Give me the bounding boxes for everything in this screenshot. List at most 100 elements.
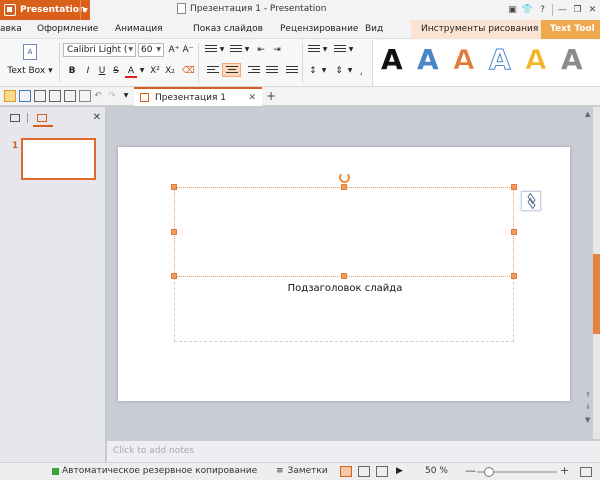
tab-design[interactable]: Оформление: [37, 20, 98, 39]
columns-icon[interactable]: [308, 45, 320, 57]
new-tab-icon[interactable]: +: [266, 89, 276, 103]
tab-insert[interactable]: авка: [0, 20, 22, 39]
chevron-down-icon[interactable]: ▼: [346, 64, 354, 78]
tab-slideshow[interactable]: Показ слайдов: [193, 20, 263, 39]
underline-button[interactable]: U: [96, 64, 108, 78]
font-name-select[interactable]: Calibri Light ( ▼: [63, 43, 136, 57]
backup-status-text[interactable]: Автоматическое резервное копирование: [62, 466, 257, 476]
skin-icon[interactable]: ▣: [505, 5, 520, 15]
resize-handle[interactable]: [171, 229, 177, 235]
undo-icon[interactable]: ↶: [92, 89, 104, 103]
shirt-icon[interactable]: 👕: [520, 5, 535, 15]
font-color-button[interactable]: A: [125, 64, 137, 78]
align-center-button[interactable]: [222, 63, 241, 77]
close-icon[interactable]: ✕: [248, 93, 256, 103]
minimize-icon[interactable]: —: [555, 5, 570, 15]
resize-handle[interactable]: [341, 184, 347, 190]
subtitle-placeholder[interactable]: Подзаголовок слайда: [174, 277, 514, 342]
resize-handle[interactable]: [511, 229, 517, 235]
scroll-up-icon[interactable]: ▲: [585, 110, 590, 118]
chevron-down-icon[interactable]: ▼: [347, 43, 355, 57]
outline-view-icon[interactable]: [10, 114, 20, 122]
tab-view[interactable]: Вид: [365, 20, 383, 39]
chevron-down-icon[interactable]: ▼: [218, 43, 226, 57]
text-direction-icon[interactable]: [334, 45, 346, 57]
scrollbar-thumb[interactable]: [593, 254, 600, 334]
close-icon[interactable]: ✕: [585, 5, 600, 15]
close-icon[interactable]: ✕: [93, 112, 101, 123]
rotate-handle-icon[interactable]: [339, 172, 350, 183]
slides-view-icon[interactable]: [37, 114, 47, 122]
italic-button[interactable]: I: [82, 64, 94, 78]
subtitle-text[interactable]: Подзаголовок слайда: [175, 283, 515, 294]
chevron-down-icon[interactable]: ▼: [80, 0, 90, 20]
maximize-icon[interactable]: ❐: [570, 5, 585, 15]
zoom-in-icon[interactable]: +: [560, 464, 569, 477]
subscript-button[interactable]: X₂: [163, 64, 177, 78]
save-icon[interactable]: [19, 90, 31, 102]
chevron-down-icon[interactable]: ▼: [321, 43, 329, 57]
print-preview-icon[interactable]: [64, 90, 76, 102]
export-icon[interactable]: [34, 90, 46, 102]
format-painter-icon[interactable]: [79, 90, 91, 102]
clear-format-icon[interactable]: ⌫: [182, 64, 195, 78]
chevron-down-icon[interactable]: ▼: [122, 89, 130, 103]
help-icon[interactable]: ?: [535, 5, 550, 15]
zoom-out-icon[interactable]: —: [465, 464, 476, 477]
notes-pane[interactable]: Click to add notes: [107, 440, 600, 462]
align-right-icon[interactable]: [248, 66, 260, 78]
resize-handle[interactable]: [171, 184, 177, 190]
document-tab[interactable]: Презентация 1 ✕: [134, 87, 262, 106]
tab-drawing-tools[interactable]: Инструменты рисования: [411, 20, 541, 39]
next-slide-icon[interactable]: ⇓: [585, 403, 591, 411]
increase-indent-icon[interactable]: ⇥: [270, 43, 284, 57]
bullets-icon[interactable]: [205, 45, 217, 57]
superscript-button[interactable]: X²: [148, 64, 162, 78]
fit-window-icon[interactable]: [580, 467, 592, 477]
chevron-down-icon[interactable]: ▼: [138, 64, 146, 78]
resize-handle[interactable]: [511, 273, 517, 279]
decrease-indent-icon[interactable]: ⇤: [254, 43, 268, 57]
tab-review[interactable]: Рецензирование: [280, 20, 358, 39]
open-folder-icon[interactable]: [4, 90, 16, 102]
scroll-down-icon[interactable]: ▼: [585, 416, 590, 424]
resize-handle[interactable]: [511, 184, 517, 190]
app-menu-button[interactable]: Presentation ▼: [0, 0, 90, 20]
notes-toggle[interactable]: ≡ Заметки: [276, 466, 328, 476]
distribute-icon[interactable]: [286, 66, 298, 78]
print-icon[interactable]: [49, 90, 61, 102]
resize-handle[interactable]: [171, 273, 177, 279]
strikethrough-button[interactable]: S: [110, 64, 122, 78]
slide-canvas[interactable]: Подзаголовок слайда: [118, 147, 570, 401]
align-left-icon[interactable]: [207, 66, 219, 78]
tab-animation[interactable]: Анимация: [115, 20, 163, 39]
zoom-level[interactable]: 50 %: [425, 466, 448, 476]
word-art-style-outline-blue[interactable]: A: [489, 43, 512, 77]
shrink-font-button[interactable]: A⁻: [182, 43, 194, 57]
justify-icon[interactable]: [266, 66, 278, 78]
title-placeholder[interactable]: [174, 187, 514, 277]
word-art-style-black[interactable]: A: [381, 43, 403, 76]
tab-text-tool[interactable]: Text Tool: [541, 20, 600, 39]
numbering-icon[interactable]: [230, 45, 242, 57]
notes-placeholder[interactable]: Click to add notes: [113, 446, 194, 456]
bold-button[interactable]: B: [66, 64, 78, 78]
slide-thumbnail[interactable]: [21, 138, 96, 180]
text-align-vertical-icon[interactable]: ⇕: [332, 64, 346, 78]
text-box-button[interactable]: A Text Box ▾: [5, 43, 55, 83]
slide-sorter-icon[interactable]: [358, 466, 370, 477]
reading-view-icon[interactable]: [376, 466, 388, 477]
word-art-style-orange[interactable]: A: [453, 43, 476, 77]
zoom-slider-knob[interactable]: [484, 467, 494, 477]
word-art-style-gold[interactable]: A: [525, 43, 548, 77]
redo-icon[interactable]: ↷: [106, 89, 118, 103]
word-art-style-blue[interactable]: A: [417, 43, 439, 76]
previous-slide-icon[interactable]: ⇑: [585, 391, 591, 399]
chevron-down-icon[interactable]: ▼: [320, 64, 328, 78]
chevron-down-icon[interactable]: ▼: [243, 43, 251, 57]
grow-font-button[interactable]: A⁺: [168, 43, 180, 57]
word-art-style-gray[interactable]: A: [561, 43, 583, 76]
slideshow-icon[interactable]: ▶: [396, 466, 408, 477]
layers-button[interactable]: [521, 191, 541, 211]
dialog-launcher-icon[interactable]: ⌟: [356, 65, 366, 79]
